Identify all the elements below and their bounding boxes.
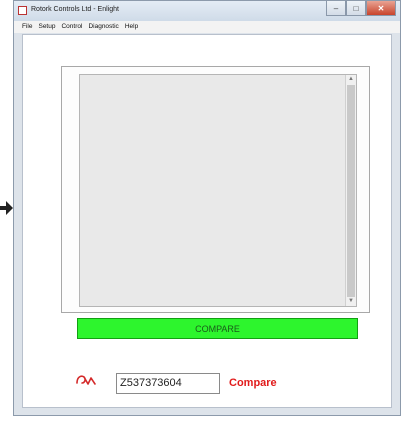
rotork-logo-icon xyxy=(76,375,96,385)
close-button[interactable]: ✕ xyxy=(366,1,396,16)
menu-diagnostic[interactable]: Diagnostic xyxy=(88,21,118,33)
menu-control[interactable]: Control xyxy=(61,21,82,33)
compare-output-area[interactable]: ▲ ▼ xyxy=(79,74,357,307)
arrow-pointer-icon xyxy=(0,201,13,215)
maximize-button[interactable]: □ xyxy=(346,1,366,16)
window-controls: – □ ✕ xyxy=(326,1,396,16)
menu-bar: File Setup Control Diagnostic Help xyxy=(14,21,400,33)
menu-setup[interactable]: Setup xyxy=(38,21,55,33)
scroll-thumb[interactable] xyxy=(347,85,355,297)
serial-number-field[interactable]: Z537373604 xyxy=(116,373,220,394)
menu-file[interactable]: File xyxy=(22,21,32,33)
minimize-button[interactable]: – xyxy=(326,1,346,16)
vertical-scrollbar[interactable]: ▲ ▼ xyxy=(345,75,356,306)
compare-button[interactable]: COMPARE xyxy=(77,318,358,339)
title-bar: Rotork Controls Ltd - Enlight – □ ✕ xyxy=(14,1,400,21)
scroll-up-icon[interactable]: ▲ xyxy=(346,75,356,84)
window-title: Rotork Controls Ltd - Enlight xyxy=(31,6,119,13)
scroll-down-icon[interactable]: ▼ xyxy=(346,297,356,306)
menu-help[interactable]: Help xyxy=(125,21,138,33)
compare-link[interactable]: Compare xyxy=(229,377,277,389)
app-icon xyxy=(18,6,27,15)
